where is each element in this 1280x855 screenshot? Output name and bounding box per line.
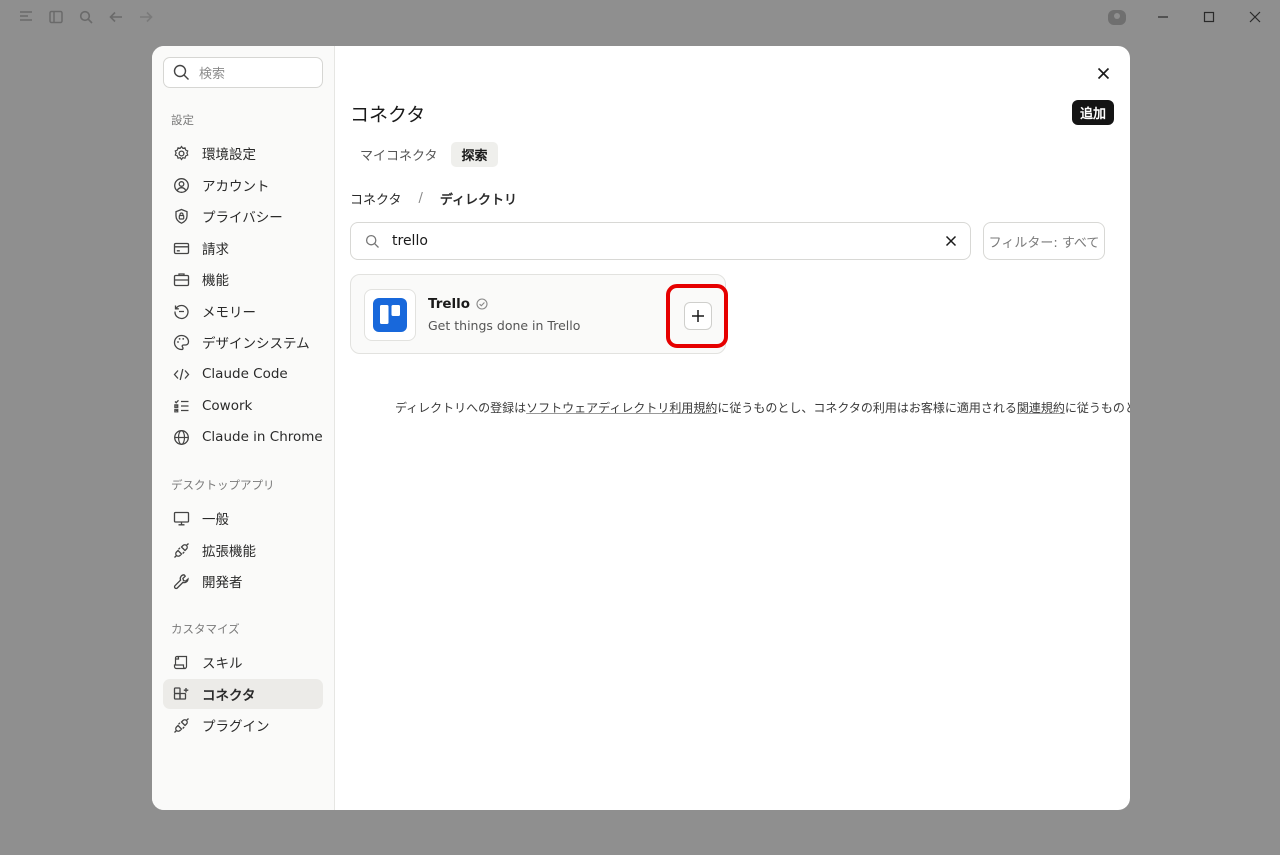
- forward-icon[interactable]: [138, 9, 154, 25]
- sidebar-item-label: アカウント: [202, 179, 270, 195]
- sidebar-item-label: コネクタ: [202, 688, 256, 704]
- shield-lock-icon: [173, 208, 190, 225]
- directory-search-input[interactable]: trello: [350, 222, 971, 260]
- sidebar-item-cowork[interactable]: Cowork: [163, 391, 323, 421]
- trello-logo: [364, 289, 416, 341]
- sidebar-item-label: Claude in Chrome: [202, 429, 323, 445]
- sidebar-toggle-icon[interactable]: [18, 9, 34, 25]
- sidebar-item-label: 環境設定: [202, 147, 256, 163]
- settings-modal: 検索 設定 環境設定 アカウント プライバシー 請求 機能 メモリー デザインシ…: [152, 46, 1130, 810]
- section-label-settings: 設定: [171, 113, 194, 127]
- scroll-icon: [173, 654, 190, 671]
- connector-card-trello[interactable]: Trello Get things done in Trello: [350, 274, 728, 354]
- close-icon: [1097, 67, 1109, 79]
- search-icon[interactable]: [78, 9, 94, 25]
- sidebar-item-label: 拡張機能: [202, 544, 256, 560]
- terms-notice: ディレクトリへの登録はソフトウェアディレクトリ利用規約に従うものとし、コネクタの…: [395, 399, 1130, 416]
- sidebar-item-skills[interactable]: スキル: [163, 647, 323, 677]
- sidebar-item-general[interactable]: 一般: [163, 503, 323, 533]
- search-value: trello: [392, 233, 428, 249]
- briefcase-icon: [173, 271, 190, 288]
- close-icon: [945, 235, 957, 247]
- plug-icon: [173, 542, 190, 559]
- sidebar-item-label: メモリー: [202, 305, 256, 321]
- connector-name: Trello: [428, 296, 488, 312]
- palette-icon: [173, 334, 190, 351]
- sidebar-item-label: 一般: [202, 512, 229, 528]
- sidebar-item-account[interactable]: アカウント: [163, 170, 323, 200]
- tab-my-connectors[interactable]: マイコネクタ: [350, 142, 447, 167]
- close-icon[interactable]: [1244, 6, 1266, 28]
- sidebar-item-privacy[interactable]: プライバシー: [163, 201, 323, 231]
- search-placeholder: 検索: [199, 67, 226, 82]
- title-bar: [0, 0, 1280, 34]
- credit-card-icon: [173, 240, 190, 257]
- search-icon: [365, 234, 379, 248]
- filter-button[interactable]: フィルター: すべて: [983, 222, 1105, 260]
- history-icon: [173, 303, 190, 320]
- plug-icon: [173, 717, 190, 734]
- breadcrumb-directory: ディレクトリ: [439, 193, 517, 208]
- wrench-icon: [173, 573, 190, 590]
- back-icon[interactable]: [108, 9, 124, 25]
- sidebar-item-label: Cowork: [202, 398, 253, 414]
- search-icon: [173, 64, 189, 80]
- checklist-icon: [173, 398, 190, 415]
- sidebar-item-label: 機能: [202, 273, 229, 289]
- account-icon[interactable]: [1106, 6, 1128, 28]
- connector-icon: [173, 686, 190, 703]
- code-icon: [173, 366, 190, 383]
- section-label-desktop-app: デスクトップアプリ: [171, 478, 275, 492]
- sidebar-item-claude-code[interactable]: Claude Code: [163, 359, 323, 389]
- connector-tabs: マイコネクタ 探索: [350, 142, 498, 167]
- breadcrumb-connectors[interactable]: コネクタ: [350, 189, 401, 208]
- sidebar-item-label: デザインシステム: [202, 336, 310, 352]
- tab-explore[interactable]: 探索: [451, 142, 498, 167]
- page-title: コネクタ: [350, 104, 426, 126]
- sidebar-item-label: プライバシー: [202, 210, 283, 226]
- monitor-icon: [173, 510, 190, 527]
- breadcrumb-separator: /: [418, 191, 423, 206]
- clear-search-button[interactable]: [936, 226, 966, 256]
- breadcrumb: コネクタ / ディレクトリ: [350, 189, 517, 208]
- sidebar-item-label: 請求: [202, 242, 229, 258]
- sidebar-item-label: Claude Code: [202, 366, 288, 382]
- add-connector-button[interactable]: [684, 302, 712, 330]
- sidebar-search-input[interactable]: 検索: [163, 57, 323, 88]
- sidebar-item-preferences[interactable]: 環境設定: [163, 138, 323, 168]
- sidebar-item-design-system[interactable]: デザインシステム: [163, 327, 323, 357]
- sidebar-item-developer[interactable]: 開発者: [163, 566, 323, 596]
- sidebar-item-connectors[interactable]: コネクタ: [163, 679, 323, 709]
- sidebar-item-features[interactable]: 機能: [163, 264, 323, 294]
- connectors-panel: コネクタ 追加 マイコネクタ 探索 コネクタ / ディレクトリ trello フ…: [335, 46, 1130, 810]
- verified-icon: [476, 298, 488, 310]
- sidebar-item-billing[interactable]: 請求: [163, 233, 323, 263]
- section-label-customize: カスタマイズ: [171, 622, 240, 636]
- software-directory-terms-link[interactable]: ソフトウェアディレクトリ利用規約: [526, 401, 717, 415]
- sidebar-item-label: プラグイン: [202, 719, 270, 735]
- terms-text: ディレクトリへの登録は: [395, 401, 527, 415]
- sidebar-item-claude-in-chrome[interactable]: Claude in Chrome: [163, 422, 323, 452]
- connector-description: Get things done in Trello: [428, 318, 581, 333]
- globe-icon: [173, 429, 190, 446]
- sidebar-item-label: スキル: [202, 656, 243, 672]
- sidebar-item-plugins[interactable]: プラグイン: [163, 710, 323, 740]
- sidebar-item-extensions[interactable]: 拡張機能: [163, 535, 323, 565]
- user-circle-icon: [173, 177, 190, 194]
- minimize-icon[interactable]: [1152, 6, 1174, 28]
- sidebar-item-memory[interactable]: メモリー: [163, 296, 323, 326]
- plus-icon: [692, 310, 704, 322]
- modal-close-button[interactable]: [1094, 64, 1112, 82]
- sidebar-item-label: 開発者: [202, 575, 243, 591]
- add-button[interactable]: 追加: [1071, 100, 1114, 125]
- maximize-icon[interactable]: [1198, 6, 1220, 28]
- terms-text: に従うものとし、コネクタの利用はお客様に適用される: [717, 401, 1017, 415]
- terms-text: に従うものとします。: [1064, 401, 1130, 415]
- panel-icon[interactable]: [48, 9, 64, 25]
- gear-icon: [173, 144, 190, 162]
- related-terms-link[interactable]: 関連規約: [1017, 401, 1065, 415]
- settings-sidebar: 検索 設定 環境設定 アカウント プライバシー 請求 機能 メモリー デザインシ…: [152, 46, 335, 810]
